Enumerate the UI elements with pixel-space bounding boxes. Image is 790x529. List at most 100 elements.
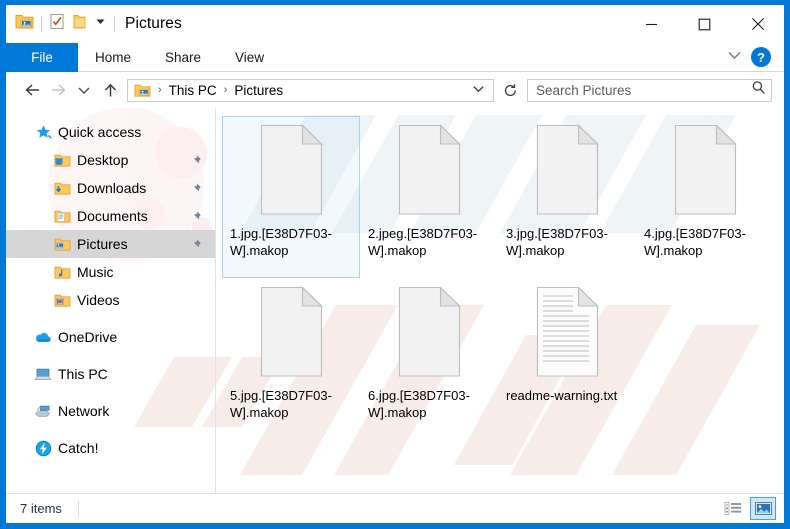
pin-icon[interactable]	[189, 154, 202, 167]
status-divider	[77, 501, 79, 516]
address-bar: › This PC › Pictures	[6, 72, 784, 108]
sidebar-item-label: Downloads	[77, 180, 147, 196]
search-icon[interactable]	[751, 80, 766, 100]
sidebar-item-label: Desktop	[77, 152, 129, 168]
tab-share[interactable]: Share	[148, 43, 218, 72]
maximize-button[interactable]	[678, 5, 731, 43]
pictures-folder-icon[interactable]	[15, 13, 34, 35]
breadcrumb-separator-2: ›	[223, 84, 228, 96]
blank-file-icon	[253, 284, 329, 380]
address-dropdown-chevron-icon[interactable]	[472, 81, 487, 99]
sidebar-item-label: Pictures	[77, 236, 128, 252]
sidebar-item-documents[interactable]: Documents	[6, 202, 215, 230]
sidebar-item-catch[interactable]: Catch!	[6, 434, 215, 462]
pin-icon[interactable]	[189, 182, 202, 195]
sidebar-item-network[interactable]: Network	[6, 397, 215, 425]
desktop-folder-icon	[53, 151, 71, 169]
sidebar-item-onedrive[interactable]: OneDrive	[6, 323, 215, 351]
toolbar-divider	[41, 16, 42, 32]
breadcrumb-pictures[interactable]: Pictures	[234, 83, 283, 98]
view-mode-buttons	[720, 497, 776, 520]
sidebar-item-label: This PC	[58, 366, 108, 382]
tab-view[interactable]: View	[218, 43, 281, 72]
forward-button	[45, 77, 71, 103]
address-breadcrumb-bar[interactable]: › This PC › Pictures	[127, 78, 494, 102]
file-item[interactable]: 1.jpg.[E38D7F03-W].makop	[222, 116, 360, 278]
file-item[interactable]: 5.jpg.[E38D7F03-W].makop	[222, 278, 360, 440]
file-list-pane[interactable]: 1.jpg.[E38D7F03-W].makop 2.jpeg.[E38D7F0…	[216, 108, 784, 493]
file-item[interactable]: 4.jpg.[E38D7F03-W].makop	[636, 116, 774, 278]
file-name-label: 4.jpg.[E38D7F03-W].makop	[644, 226, 746, 258]
tab-file[interactable]: File	[6, 43, 78, 72]
sidebar-item-desktop[interactable]: Desktop	[6, 146, 215, 174]
ribbon-tab-bar: File Home Share View ?	[6, 43, 784, 72]
file-name-label: 1.jpg.[E38D7F03-W].makop	[230, 226, 332, 258]
catch-icon	[34, 439, 52, 457]
sidebar-item-music[interactable]: Music	[6, 258, 215, 286]
downloads-folder-icon	[53, 179, 71, 197]
search-box[interactable]	[527, 78, 772, 102]
large-icons-view-button[interactable]	[750, 497, 776, 520]
back-button[interactable]	[19, 77, 45, 103]
close-button[interactable]	[731, 5, 784, 43]
quick-access-toolbar	[6, 13, 115, 35]
pictures-folder-icon	[53, 235, 71, 253]
details-view-button[interactable]	[720, 497, 746, 520]
text-file-icon	[529, 284, 605, 380]
file-name-label: 2.jpeg.[E38D7F03-W].makop	[368, 226, 478, 258]
blank-file-icon	[253, 122, 329, 218]
search-input[interactable]	[536, 82, 751, 98]
blank-file-icon	[667, 122, 743, 218]
blank-file-icon	[391, 284, 467, 380]
tab-home[interactable]: Home	[78, 43, 148, 72]
file-item[interactable]: readme-warning.txt	[498, 278, 636, 440]
explorer-body: Quick access Desktop Downloads Documents…	[6, 108, 784, 493]
refresh-button[interactable]	[499, 79, 521, 102]
breadcrumb-this-pc[interactable]: This PC	[169, 83, 217, 98]
documents-folder-icon	[53, 207, 71, 225]
sidebar-item-label: Documents	[77, 208, 148, 224]
recent-locations-chevron-icon[interactable]	[71, 77, 97, 103]
sidebar-item-label: OneDrive	[58, 329, 118, 345]
sidebar-item-label: Videos	[77, 292, 120, 308]
file-name-label: readme-warning.txt	[506, 388, 618, 403]
title-bar: Pictures	[6, 5, 784, 43]
window-controls	[625, 5, 784, 43]
blank-file-icon	[391, 122, 467, 218]
customize-quick-access-chevron-icon[interactable]	[94, 15, 107, 33]
breadcrumb-pictures-folder-icon	[134, 83, 151, 98]
pin-icon[interactable]	[189, 238, 202, 251]
status-bar: 7 items	[6, 493, 784, 523]
toolbar-divider-2	[114, 16, 115, 32]
file-name-label: 3.jpg.[E38D7F03-W].makop	[506, 226, 608, 258]
sidebar-item-pictures[interactable]: Pictures	[6, 230, 215, 258]
sidebar-item-label: Music	[77, 264, 114, 280]
file-item[interactable]: 2.jpeg.[E38D7F03-W].makop	[360, 116, 498, 278]
file-name-label: 6.jpg.[E38D7F03-W].makop	[368, 388, 470, 420]
sidebar-item-label: Quick access	[58, 124, 142, 140]
ribbon-actions: ?	[727, 43, 784, 71]
file-item[interactable]: 6.jpg.[E38D7F03-W].makop	[360, 278, 498, 440]
sidebar-item-quick-access[interactable]: Quick access	[6, 118, 215, 146]
pin-icon[interactable]	[189, 210, 202, 223]
this-pc-icon	[34, 365, 52, 383]
onedrive-icon	[34, 328, 52, 346]
expand-ribbon-chevron-icon[interactable]	[727, 48, 742, 66]
help-button[interactable]: ?	[751, 47, 771, 67]
star-icon	[34, 123, 52, 141]
minimize-button[interactable]	[625, 5, 678, 43]
navigation-pane: Quick access Desktop Downloads Documents…	[6, 108, 216, 493]
sidebar-item-label: Network	[58, 403, 110, 419]
file-grid: 1.jpg.[E38D7F03-W].makop 2.jpeg.[E38D7F0…	[222, 116, 784, 440]
sidebar-item-label: Catch!	[58, 440, 99, 456]
sidebar-item-videos[interactable]: Videos	[6, 286, 215, 314]
new-folder-icon[interactable]	[72, 13, 87, 35]
sidebar-item-this-pc[interactable]: This PC	[6, 360, 215, 388]
up-button[interactable]	[97, 77, 123, 103]
sidebar-item-downloads[interactable]: Downloads	[6, 174, 215, 202]
file-item[interactable]: 3.jpg.[E38D7F03-W].makop	[498, 116, 636, 278]
properties-icon[interactable]	[49, 13, 65, 35]
